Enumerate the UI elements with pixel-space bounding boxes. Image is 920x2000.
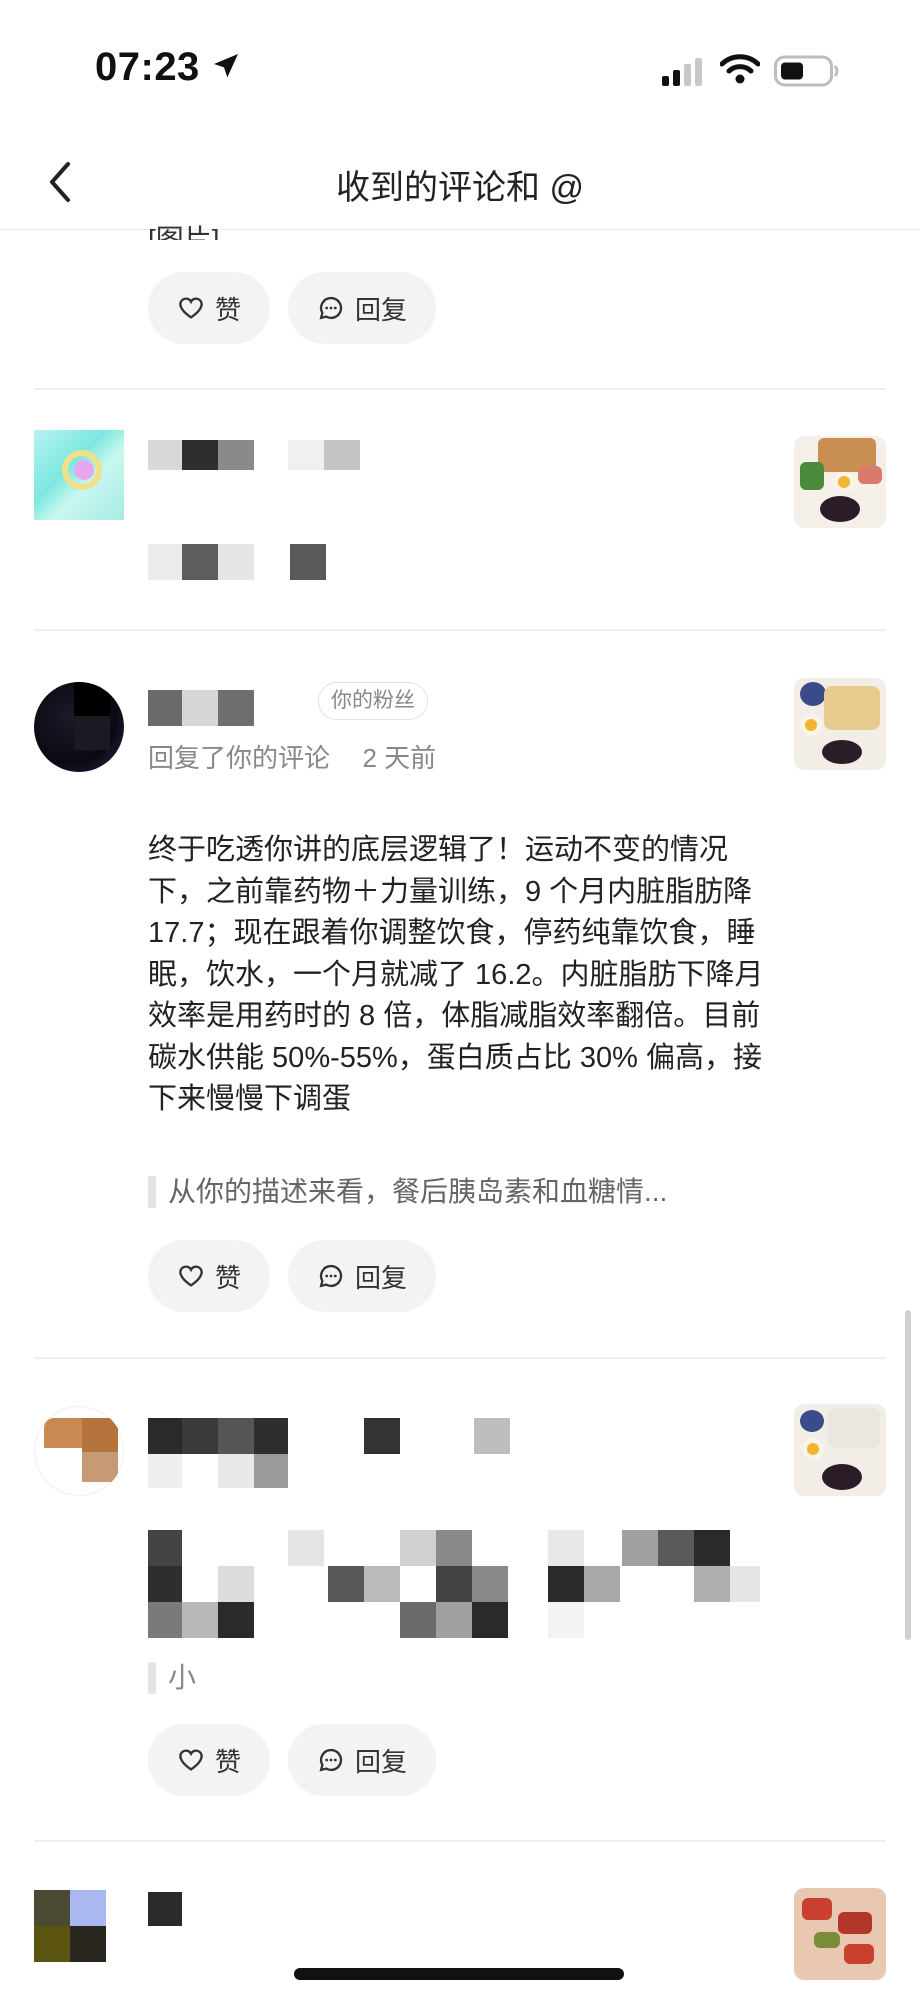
like-label: 赞 (214, 1746, 241, 1777)
reply-label: 回复 (354, 1262, 407, 1293)
food-thumbnail[interactable] (794, 678, 886, 770)
comment-bubble-icon (319, 1748, 343, 1772)
food-thumbnail[interactable] (794, 1404, 886, 1496)
like-button[interactable]: 赞 (148, 1240, 270, 1312)
wifi-icon (720, 54, 760, 84)
heart-icon (179, 1265, 203, 1287)
nav-bar: 收到的评论和 @ (0, 140, 920, 230)
reply-button[interactable]: 回复 (288, 1240, 436, 1312)
reply-button[interactable]: 回复 (288, 1724, 436, 1796)
battery-icon (774, 55, 839, 87)
heart-icon (179, 1749, 203, 1771)
reply-label: 回复 (354, 294, 407, 325)
status-time: 07:23 (95, 45, 200, 89)
nav-divider (0, 229, 920, 230)
quoted-reply[interactable]: 小 (148, 1658, 348, 1698)
reply-button[interactable]: 回复 (288, 272, 436, 344)
comment-image-text: [图片] (148, 224, 220, 240)
comment-bubble-icon (319, 296, 343, 320)
divider (34, 1840, 886, 1842)
status-bar: 07:23 (0, 0, 920, 140)
food-thumbnail[interactable] (794, 436, 886, 528)
divider (34, 388, 886, 390)
quoted-reply[interactable]: 从你的描述来看，餐后胰岛素和血糖情... (148, 1172, 768, 1212)
scrollbar[interactable] (905, 1310, 911, 1640)
comment-meta: 回复了你的评论 2 天前 (148, 738, 436, 775)
comment-bubble-icon (319, 1264, 343, 1288)
avatar (34, 430, 124, 520)
like-label: 赞 (214, 1262, 241, 1293)
signal-icon (662, 58, 702, 86)
comment-body: 终于吃透你讲的底层逻辑了！运动不变的情况下，之前靠药物＋力量训练，9 个月内脏脂… (148, 834, 764, 1115)
home-indicator[interactable] (294, 1968, 624, 1980)
divider (34, 1357, 886, 1359)
like-button[interactable]: 赞 (148, 272, 270, 344)
avatar (34, 1406, 124, 1496)
page-title: 收到的评论和 @ (336, 169, 584, 207)
heart-icon (179, 297, 203, 319)
meta-action: 回复了你的评论 (148, 743, 331, 773)
like-button[interactable]: 赞 (148, 1724, 270, 1796)
fan-badge: 你的粉丝 (318, 682, 428, 720)
food-thumbnail[interactable] (794, 1888, 886, 1980)
like-label: 赞 (214, 294, 241, 325)
meta-time: 2 天前 (362, 743, 437, 773)
location-arrow-icon (214, 54, 238, 78)
reply-label: 回复 (354, 1746, 407, 1777)
avatar (34, 1890, 124, 1962)
avatar (34, 682, 124, 772)
divider (34, 629, 886, 631)
